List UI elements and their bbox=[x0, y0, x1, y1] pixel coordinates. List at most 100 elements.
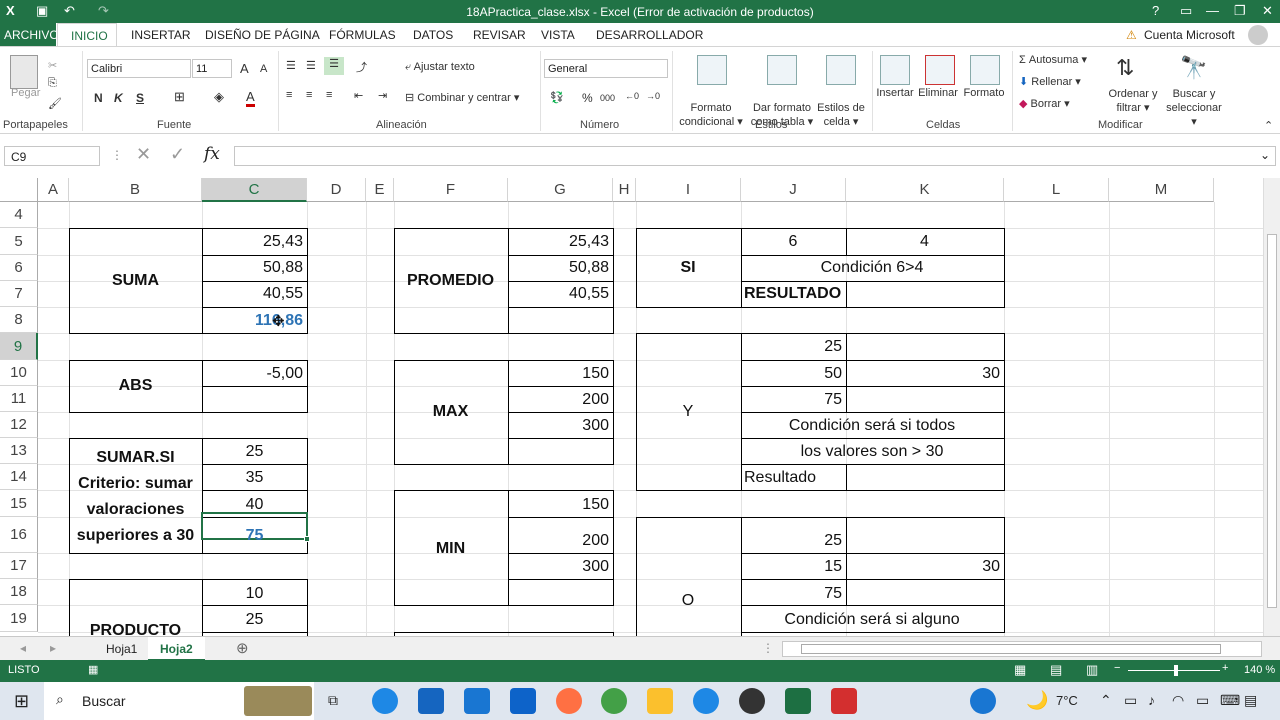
cell-j13[interactable]: los valores son > 30 bbox=[741, 443, 1003, 461]
row-header-9[interactable]: 9 bbox=[0, 333, 38, 360]
restore-button[interactable]: ❐ bbox=[1234, 3, 1246, 19]
avatar[interactable] bbox=[1248, 25, 1268, 45]
delete-cells-button[interactable]: Eliminar bbox=[914, 87, 962, 99]
sort-filter-button[interactable]: Ordenar y filtrar ▾ bbox=[1100, 87, 1166, 115]
select-all-corner[interactable] bbox=[0, 178, 38, 202]
font-name-select[interactable]: Calibri bbox=[87, 59, 191, 78]
cancel-icon[interactable]: ✕ bbox=[136, 144, 151, 165]
column-header-a[interactable]: A bbox=[38, 178, 69, 202]
row-header-16[interactable]: 16 bbox=[0, 517, 38, 553]
row-header-7[interactable]: 7 bbox=[0, 281, 38, 307]
font-color-icon[interactable]: A bbox=[246, 89, 255, 107]
cell-k5[interactable]: 4 bbox=[846, 233, 1003, 251]
next-sheet-icon[interactable]: ▸ bbox=[50, 641, 56, 655]
horizontal-scroll-thumb[interactable] bbox=[801, 644, 1221, 654]
format-painter-icon[interactable]: 🖌 bbox=[48, 97, 62, 110]
fill-button[interactable]: ⬇ Rellenar ▾ bbox=[1019, 75, 1081, 88]
formula-input[interactable] bbox=[234, 146, 1276, 166]
cell-g7[interactable]: 40,55 bbox=[508, 285, 609, 303]
align-bottom-icon[interactable]: ☰ bbox=[324, 57, 344, 75]
macro-record-icon[interactable]: ▦ bbox=[88, 663, 98, 676]
align-right-icon[interactable]: ≡ bbox=[326, 89, 332, 101]
cell-j19[interactable]: Condición será si alguno bbox=[741, 611, 1003, 629]
file-explorer-icon[interactable] bbox=[647, 688, 673, 714]
cell-c18[interactable]: 10 bbox=[202, 585, 307, 603]
cell-g12[interactable]: 300 bbox=[508, 417, 609, 435]
vertical-scroll-thumb[interactable] bbox=[1267, 234, 1277, 608]
column-header-h[interactable]: H bbox=[613, 178, 636, 202]
cell-j6[interactable]: Condición 6>4 bbox=[741, 259, 1003, 277]
cell-g11[interactable]: 200 bbox=[508, 391, 609, 409]
tab-vista[interactable]: VISTA bbox=[541, 28, 575, 42]
column-header-f[interactable]: F bbox=[394, 178, 508, 202]
cell-j7[interactable]: RESULTADO bbox=[744, 285, 841, 303]
align-center-icon[interactable]: ≡ bbox=[306, 89, 312, 101]
conditional-format-icon[interactable] bbox=[697, 55, 727, 85]
store-icon[interactable] bbox=[418, 688, 444, 714]
format-cells-button[interactable]: Formato bbox=[960, 87, 1008, 99]
cell-styles-button[interactable]: Estilos de celda ▾ bbox=[812, 101, 870, 129]
row-header-10[interactable]: 10 bbox=[0, 360, 38, 386]
cell-c13[interactable]: 25 bbox=[202, 443, 307, 461]
prev-sheet-icon[interactable]: ◂ bbox=[20, 641, 26, 655]
cell-j14[interactable]: Resultado bbox=[744, 469, 816, 487]
cell-j5[interactable]: 6 bbox=[741, 233, 845, 251]
orientation-icon[interactable]: ⤴ bbox=[356, 59, 367, 75]
merge-center-button[interactable]: ⊟ Combinar y centrar ▾ bbox=[405, 91, 519, 104]
tab-datos[interactable]: DATOS bbox=[413, 28, 453, 42]
add-sheet-button[interactable]: ⊕ bbox=[236, 639, 249, 657]
tab-formulas[interactable]: FÓRMULAS bbox=[329, 28, 396, 42]
firefox-icon[interactable] bbox=[556, 688, 582, 714]
fill-color-icon[interactable]: ◈ bbox=[214, 89, 224, 105]
row-header-19[interactable]: 19 bbox=[0, 605, 38, 632]
mail-icon[interactable] bbox=[464, 688, 490, 714]
cell-c19[interactable]: 25 bbox=[202, 611, 307, 629]
decrease-decimal-icon[interactable]: →0 bbox=[646, 91, 660, 101]
row-header-13[interactable]: 13 bbox=[0, 438, 38, 464]
dropbox-icon[interactable] bbox=[510, 688, 536, 714]
zoom-level[interactable]: 140 % bbox=[1244, 664, 1275, 676]
column-header-l[interactable]: L bbox=[1004, 178, 1109, 202]
row-header-17[interactable]: 17 bbox=[0, 553, 38, 579]
copy-icon[interactable]: ⎘ bbox=[48, 77, 57, 90]
worksheet-grid[interactable]: ABCDEFGHIJKLM 4 5 6 7 8 9 10 11 12 13 14 15 16 17 18 19… bbox=[0, 178, 1263, 636]
grow-font-icon[interactable]: A bbox=[240, 61, 249, 76]
horizontal-scrollbar[interactable] bbox=[782, 641, 1262, 657]
wifi-icon[interactable]: ◠ bbox=[1172, 692, 1184, 709]
tab-inicio[interactable]: INICIO bbox=[57, 23, 117, 47]
chrome-icon[interactable] bbox=[601, 688, 627, 714]
row-header-12[interactable]: 12 bbox=[0, 412, 38, 438]
currency-icon[interactable]: 💱 bbox=[550, 91, 564, 104]
row-header-6[interactable]: 6 bbox=[0, 255, 38, 281]
zoom-out-icon[interactable]: − bbox=[1114, 662, 1120, 674]
windows-start-icon[interactable]: ⊞ bbox=[14, 691, 29, 712]
row-header-4[interactable]: 4 bbox=[0, 202, 38, 228]
cell-j10[interactable]: 50 bbox=[741, 365, 842, 383]
notifications-icon[interactable]: ▤ bbox=[1244, 692, 1257, 709]
taskbar-search[interactable]: ⌕ Buscar bbox=[44, 682, 314, 720]
cell-g17[interactable]: 300 bbox=[508, 558, 609, 576]
page-layout-icon[interactable]: ▤ bbox=[1050, 662, 1062, 678]
column-header-m[interactable]: M bbox=[1109, 178, 1214, 202]
tab-insertar[interactable]: INSERTAR bbox=[131, 28, 191, 42]
cell-g10[interactable]: 150 bbox=[508, 365, 609, 383]
column-header-e[interactable]: E bbox=[366, 178, 394, 202]
acrobat-icon[interactable] bbox=[831, 688, 857, 714]
cell-j17[interactable]: 15 bbox=[741, 558, 842, 576]
cell-g15[interactable]: 150 bbox=[508, 496, 609, 514]
increase-indent-icon[interactable]: ⇥ bbox=[378, 89, 387, 102]
ribbon-display-icon[interactable]: ▭ bbox=[1180, 3, 1192, 19]
tab-diseno[interactable]: DISEÑO DE PÁGINA bbox=[205, 28, 320, 42]
delete-cells-icon[interactable] bbox=[925, 55, 955, 85]
cell-g16[interactable]: 200 bbox=[508, 532, 609, 550]
align-top-icon[interactable]: ☰ bbox=[286, 59, 296, 72]
align-middle-icon[interactable]: ☰ bbox=[306, 59, 316, 72]
page-break-icon[interactable]: ▥ bbox=[1086, 662, 1098, 678]
row-header-15[interactable]: 15 bbox=[0, 490, 38, 517]
find-select-button[interactable]: Buscar y seleccionar ▾ bbox=[1162, 87, 1226, 129]
cell-g5[interactable]: 25,43 bbox=[508, 233, 609, 251]
autosum-button[interactable]: Σ Autosuma ▾ bbox=[1019, 53, 1087, 66]
thousands-button[interactable]: 000 bbox=[600, 93, 615, 103]
format-table-icon[interactable] bbox=[767, 55, 797, 85]
cell-j18[interactable]: 75 bbox=[741, 585, 842, 603]
